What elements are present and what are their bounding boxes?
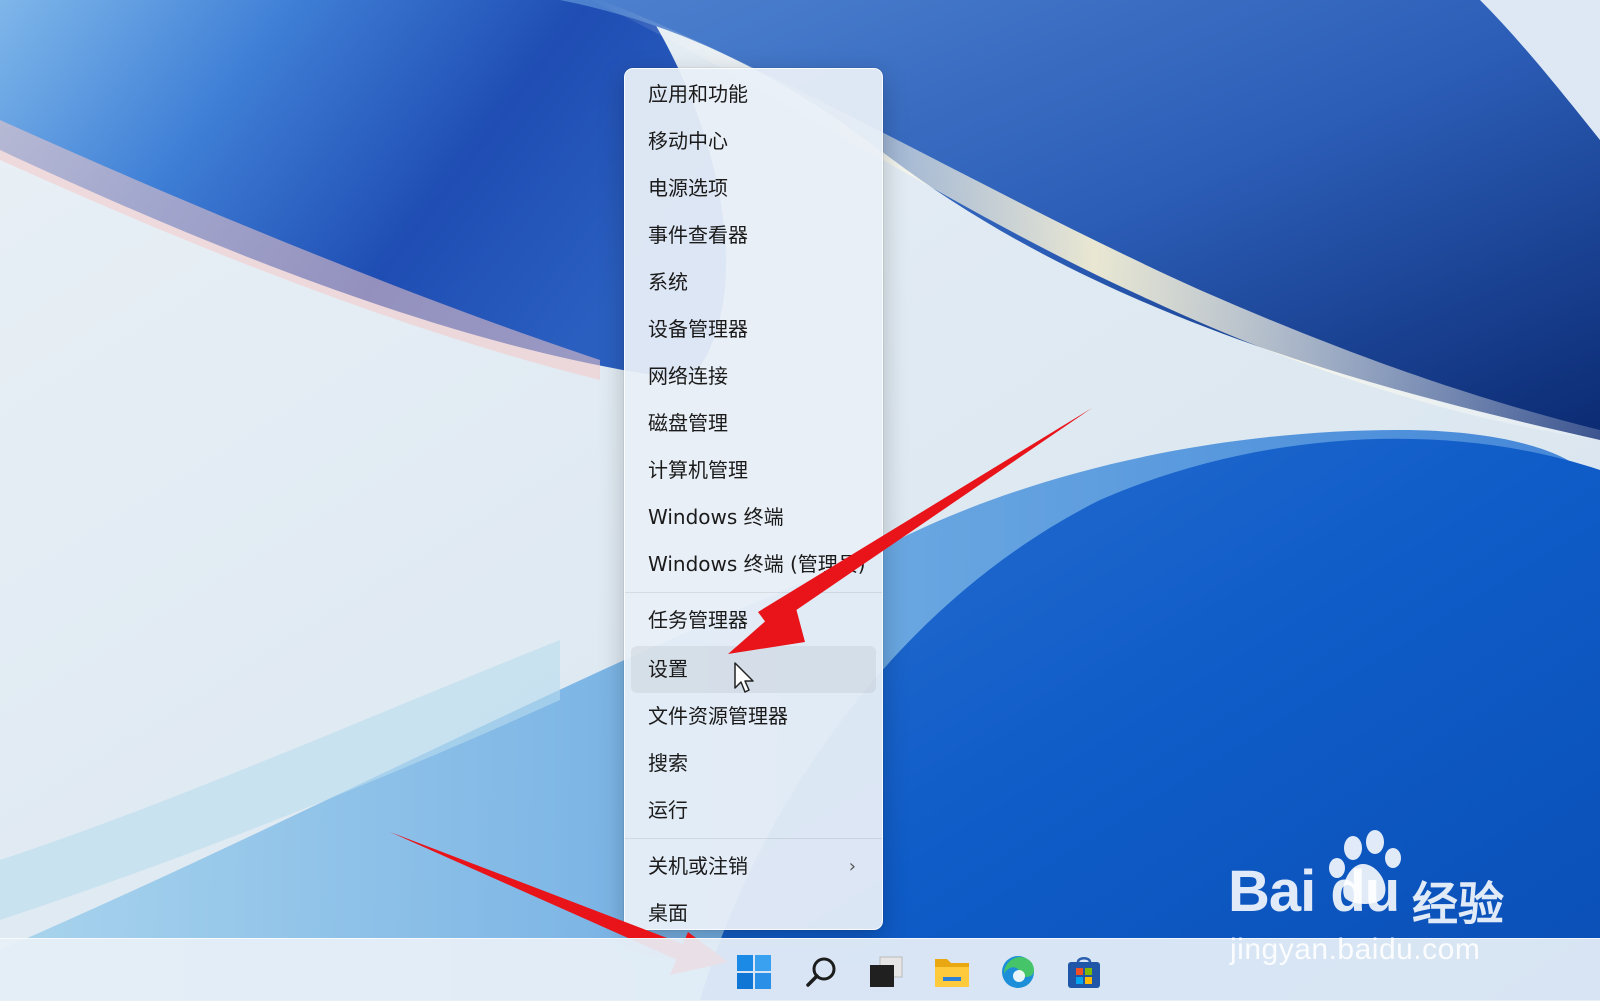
watermark-url: jingyan.baidu.com: [1230, 933, 1481, 966]
watermark-chinese: 经验: [1412, 877, 1504, 931]
start-windows-icon[interactable]: [734, 953, 774, 991]
watermark-logo: Bai du: [1228, 859, 1400, 924]
file-explorer-icon[interactable]: [932, 953, 972, 991]
arrow-to-settings: [728, 408, 1092, 654]
task-view-icon[interactable]: [866, 953, 906, 991]
search-icon[interactable]: [801, 953, 841, 991]
baidu-jingyan-watermark: Bai du 经验 jingyan.baidu.com: [1228, 828, 1528, 978]
microsoft-store-icon[interactable]: [1064, 953, 1104, 991]
edge-browser-icon[interactable]: [998, 953, 1038, 991]
